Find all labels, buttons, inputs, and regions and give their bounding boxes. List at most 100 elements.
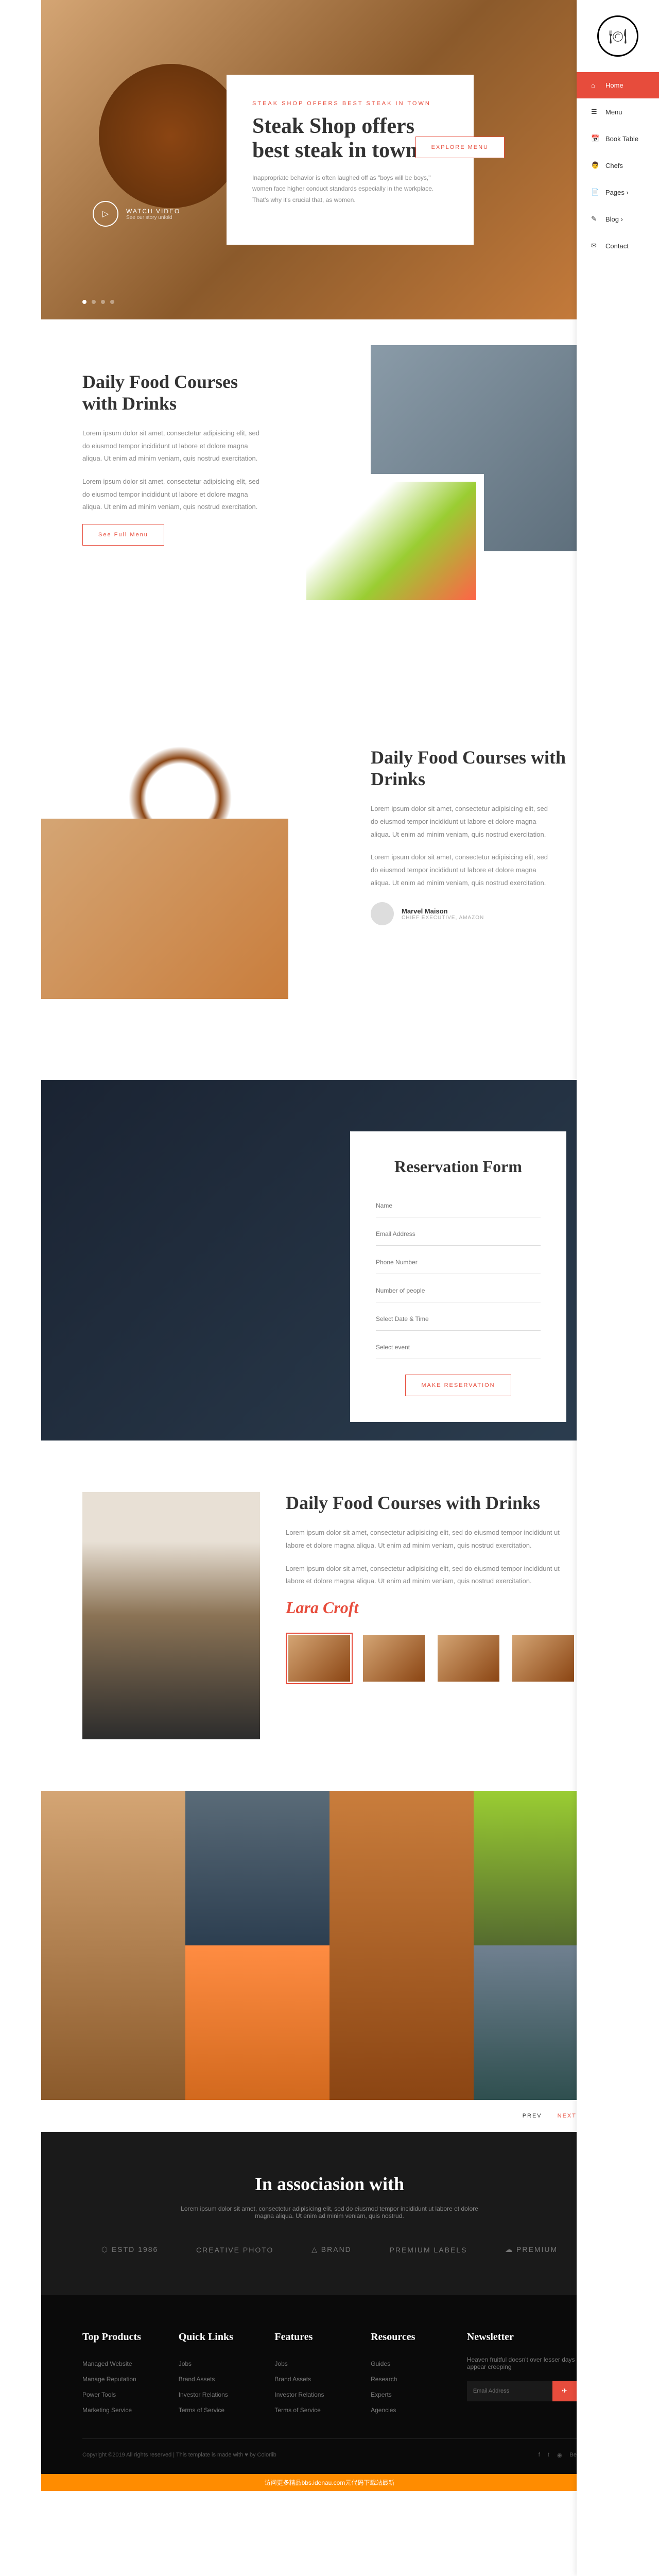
explore-menu-button[interactable]: EXPLORE MENU <box>415 137 505 158</box>
avatar-image <box>371 902 394 925</box>
facebook-icon[interactable]: f <box>539 2452 540 2459</box>
nav-label: Book Table <box>605 135 638 143</box>
dribbble-icon[interactable]: ◉ <box>557 2452 562 2459</box>
next-button[interactable]: NEXT <box>558 2113 577 2119</box>
play-icon: ▷ <box>93 201 118 227</box>
dot[interactable] <box>82 300 86 304</box>
name-input[interactable] <box>376 1194 541 1217</box>
photo-pager: PREV NEXT <box>41 2100 618 2132</box>
footer-link[interactable]: Investor Relations <box>274 2387 340 2402</box>
newsletter-submit[interactable]: ✈ <box>552 2381 577 2401</box>
footer-newsletter: NewsletterHeaven fruitful doesn't over l… <box>467 2331 577 2418</box>
nav-item-contact[interactable]: ✉Contact <box>577 232 659 259</box>
behance-icon[interactable]: Be <box>570 2452 577 2459</box>
hero-section: ▷ WATCH VIDEO See our story unfold STEAK… <box>41 0 618 319</box>
nav-item-booktable[interactable]: 📅Book Table <box>577 125 659 152</box>
twitter-icon[interactable]: t <box>548 2452 549 2459</box>
dish-gallery <box>286 1633 577 1684</box>
brand-logos: ⬡ ESTD 1986CREATIVE PHOTO△ BRANDPREMIUM … <box>82 2245 577 2254</box>
footer-column: Features JobsBrand AssetsInvestor Relatio… <box>274 2331 340 2418</box>
logo-icon[interactable]: 🍽 <box>597 15 638 57</box>
chef-section: Daily Food Courses with Drinks Lorem ips… <box>41 1440 618 1791</box>
prev-button[interactable]: PREV <box>523 2113 542 2119</box>
photo-item[interactable] <box>185 1791 330 1945</box>
photo-item[interactable] <box>330 1791 474 2100</box>
gallery-thumb[interactable] <box>286 1633 353 1684</box>
hero-pagination <box>82 300 114 304</box>
salad-image <box>299 474 484 608</box>
gallery-thumb[interactable] <box>360 1633 427 1684</box>
newsletter-input[interactable] <box>467 2381 552 2401</box>
reservation-form: Reservation Form MAKE RESERVATION <box>350 1131 566 1422</box>
social-links: f t ◉ Be <box>539 2452 577 2459</box>
footer-link[interactable]: Investor Relations <box>179 2387 244 2402</box>
bottom-banner[interactable]: 访问更多精品bbs.idenau.com元代码下载站最新 <box>41 2474 618 2491</box>
footer: Top ProductsManaged WebsiteManage Reputa… <box>41 2295 618 2474</box>
author-name: Marvel Maison <box>402 907 484 915</box>
section-text: Lorem ipsum dolor sit amet, consectetur … <box>371 803 556 841</box>
see-menu-button[interactable]: See Full Menu <box>82 524 164 546</box>
footer-col-title: Quick Links <box>179 2331 244 2343</box>
form-title: Reservation Form <box>376 1157 541 1176</box>
footer-link[interactable]: Manage Reputation <box>82 2371 148 2387</box>
nav-item-chefs[interactable]: 👨Chefs <box>577 152 659 179</box>
copyright: Copyright ©2019 All rights reserved | Th… <box>82 2452 276 2459</box>
make-reservation-button[interactable]: MAKE RESERVATION <box>405 1375 511 1396</box>
footer-link[interactable]: Terms of Service <box>274 2402 340 2418</box>
dot[interactable] <box>92 300 96 304</box>
footer-link[interactable]: Agencies <box>371 2402 436 2418</box>
nav-icon: 👨 <box>591 161 599 170</box>
watch-label: WATCH VIDEO <box>126 208 180 215</box>
footer-link[interactable]: Power Tools <box>82 2387 148 2402</box>
footer-link[interactable]: Marketing Service <box>82 2402 148 2418</box>
nav-item-pages[interactable]: 📄Pages › <box>577 179 659 206</box>
photo-item[interactable] <box>41 1791 185 2100</box>
gallery-thumb[interactable] <box>435 1633 502 1684</box>
nav-icon: ✉ <box>591 242 599 250</box>
section-text: Lorem ipsum dolor sit amet, consectetur … <box>286 1527 577 1552</box>
section-title: Daily Food Courses with Drinks <box>82 371 268 414</box>
section-text: Lorem ipsum dolor sit amet, consectetur … <box>371 851 556 889</box>
nav-item-blog[interactable]: ✎Blog › <box>577 206 659 232</box>
photo-item[interactable] <box>185 1945 330 2100</box>
section-title: Daily Food Courses with Drinks <box>371 747 577 790</box>
section-title: Daily Food Courses with Drinks <box>286 1492 577 1514</box>
nav-icon: ☰ <box>591 108 599 116</box>
footer-link[interactable]: Experts <box>371 2387 436 2402</box>
section-text: Lorem ipsum dolor sit amet, consectetur … <box>82 476 268 514</box>
watch-video-button[interactable]: ▷ WATCH VIDEO See our story unfold <box>93 201 180 227</box>
photo-grid <box>41 1791 618 2100</box>
author-role: CHIEF EXECUTIVE, AMAZON <box>402 915 484 921</box>
footer-link[interactable]: Brand Assets <box>179 2371 244 2387</box>
brand-logo: PREMIUM LABELS <box>390 2246 467 2254</box>
chef-image <box>82 1492 260 1739</box>
phone-number-input[interactable] <box>376 1251 541 1274</box>
footer-col-title: Features <box>274 2331 340 2343</box>
dot[interactable] <box>101 300 105 304</box>
footer-link[interactable]: Managed Website <box>82 2356 148 2371</box>
footer-link[interactable]: Research <box>371 2371 436 2387</box>
footer-link[interactable]: Jobs <box>274 2356 340 2371</box>
gallery-thumb[interactable] <box>510 1633 577 1684</box>
bread-image <box>41 819 288 999</box>
footer-link[interactable]: Terms of Service <box>179 2402 244 2418</box>
nav-item-menu[interactable]: ☰Menu <box>577 98 659 125</box>
nav-item-home[interactable]: ⌂Home <box>577 72 659 98</box>
nav-label: Home <box>605 81 623 89</box>
select-event-input[interactable] <box>376 1336 541 1359</box>
dot[interactable] <box>110 300 114 304</box>
daily-food-section-2: Daily Food Courses with Drinks Lorem ips… <box>41 674 618 977</box>
number-of-people-input[interactable] <box>376 1279 541 1302</box>
assoc-text: Lorem ipsum dolor sit amet, consectetur … <box>175 2205 484 2219</box>
section-text: Lorem ipsum dolor sit amet, consectetur … <box>286 1563 577 1588</box>
brand-logo: ☁ PREMIUM <box>505 2245 558 2254</box>
newsletter-text: Heaven fruitful doesn't over lesser days… <box>467 2356 577 2370</box>
hero-card: STEAK SHOP OFFERS BEST STEAK IN TOWN Ste… <box>227 75 474 244</box>
footer-link[interactable]: Jobs <box>179 2356 244 2371</box>
signature: Lara Croft <box>286 1598 577 1617</box>
footer-link[interactable]: Brand Assets <box>274 2371 340 2387</box>
select-date---time-input[interactable] <box>376 1308 541 1331</box>
section-text: Lorem ipsum dolor sit amet, consectetur … <box>82 427 268 465</box>
email-address-input[interactable] <box>376 1223 541 1246</box>
footer-link[interactable]: Guides <box>371 2356 436 2371</box>
